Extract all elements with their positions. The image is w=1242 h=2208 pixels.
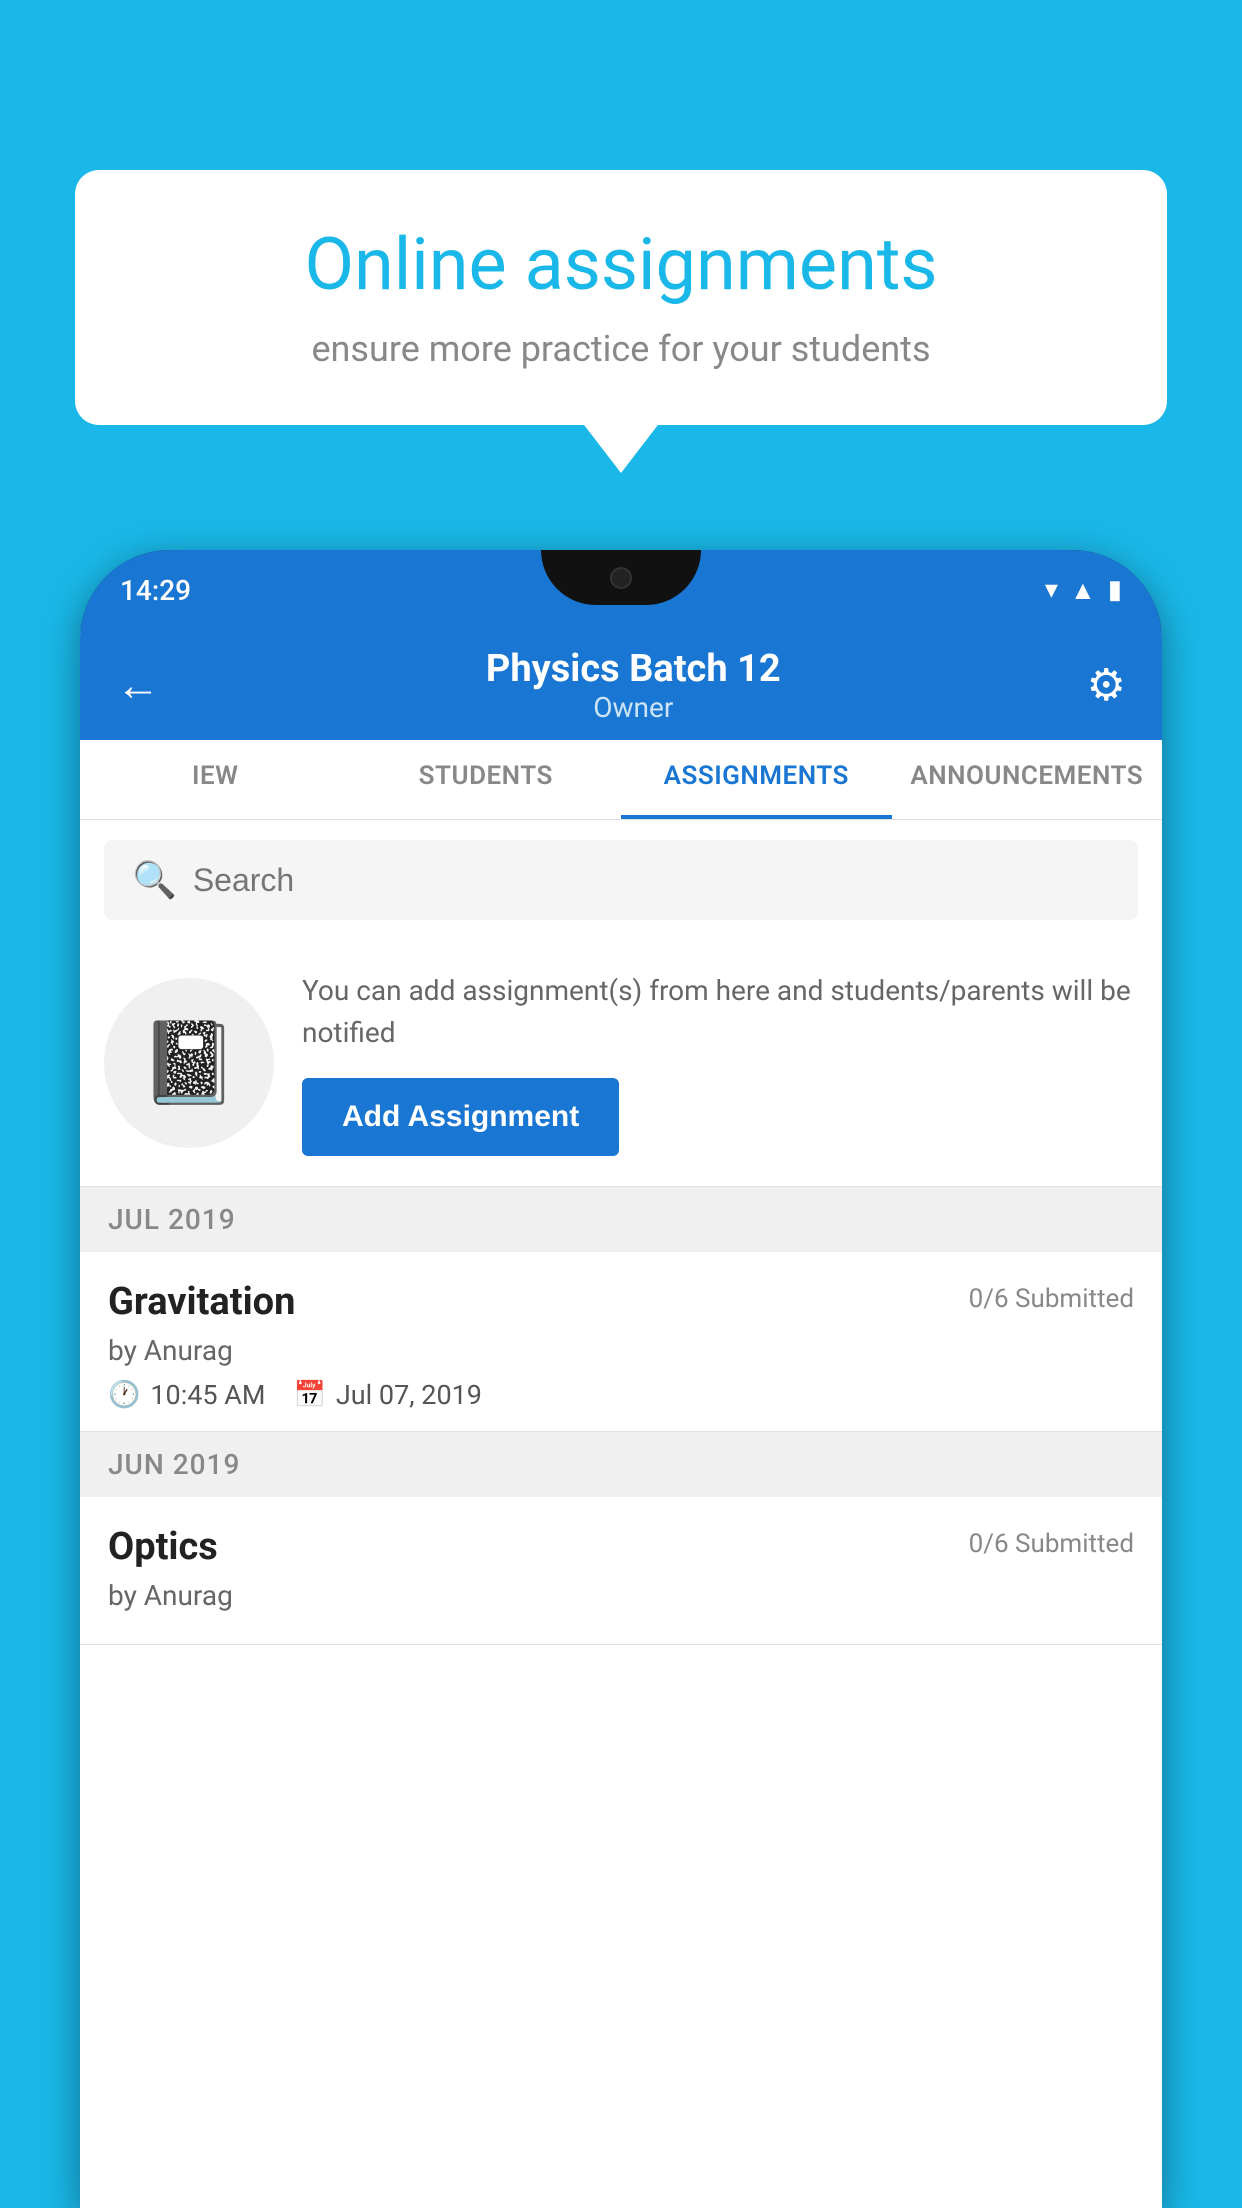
assignment-header: Gravitation 0/6 Submitted	[108, 1280, 1134, 1324]
battery-icon: ▮	[1108, 575, 1122, 605]
month-section-jul: JUL 2019	[80, 1187, 1162, 1252]
promo-text-section: You can add assignment(s) from here and …	[302, 970, 1138, 1156]
assignment-submitted-optics: 0/6 Submitted	[969, 1529, 1134, 1559]
assignment-submitted: 0/6 Submitted	[969, 1284, 1134, 1314]
assignment-header-optics: Optics 0/6 Submitted	[108, 1525, 1134, 1569]
status-time: 14:29	[120, 574, 191, 607]
status-bar: 14:29 ▾ ▲ ▮	[80, 550, 1162, 630]
wifi-icon: ▾	[1045, 575, 1058, 605]
search-bar-container: 🔍	[80, 820, 1162, 940]
assignment-by-optics: by Anurag	[108, 1579, 1134, 1612]
assignment-by: by Anurag	[108, 1334, 1134, 1367]
clock-icon: 🕐	[108, 1380, 140, 1410]
tab-iew[interactable]: IEW	[80, 740, 351, 819]
assignment-time: 🕐 10:45 AM	[108, 1379, 266, 1411]
assignment-name: Gravitation	[108, 1280, 295, 1324]
phone-frame: 14:29 ▾ ▲ ▮ ← Physics Batch 12 Owner ⚙ I…	[80, 550, 1162, 2208]
back-button[interactable]: ←	[116, 659, 160, 711]
table-row[interactable]: Gravitation 0/6 Submitted by Anurag 🕐 10…	[80, 1252, 1162, 1432]
phone-screen: ← Physics Batch 12 Owner ⚙ IEW STUDENTS …	[80, 630, 1162, 2208]
table-row[interactable]: Optics 0/6 Submitted by Anurag	[80, 1497, 1162, 1645]
tab-assignments[interactable]: ASSIGNMENTS	[621, 740, 892, 819]
speech-bubble: Online assignments ensure more practice …	[75, 170, 1167, 425]
search-icon: 🔍	[132, 859, 177, 901]
speech-bubble-title: Online assignments	[135, 225, 1107, 304]
camera	[610, 567, 632, 589]
content-area: 🔍 📓 You can add assignment(s) from here …	[80, 820, 1162, 2208]
month-section-jun: JUN 2019	[80, 1432, 1162, 1497]
settings-icon[interactable]: ⚙	[1087, 659, 1126, 711]
tab-students[interactable]: STUDENTS	[351, 740, 622, 819]
speech-bubble-container: Online assignments ensure more practice …	[75, 170, 1167, 425]
assignment-meta: 🕐 10:45 AM 📅 Jul 07, 2019	[108, 1379, 1134, 1411]
promo-icon-circle: 📓	[104, 978, 274, 1148]
search-bar: 🔍	[104, 840, 1138, 920]
notch	[541, 550, 701, 605]
add-assignment-button[interactable]: Add Assignment	[302, 1078, 619, 1156]
app-bar-title: Physics Batch 12	[180, 647, 1087, 691]
app-bar-subtitle: Owner	[180, 691, 1087, 724]
promo-description: You can add assignment(s) from here and …	[302, 970, 1138, 1054]
search-input[interactable]	[193, 862, 1110, 899]
add-assignment-promo: 📓 You can add assignment(s) from here an…	[80, 940, 1162, 1187]
assignment-date: 📅 Jul 07, 2019	[294, 1379, 482, 1411]
assignment-name-optics: Optics	[108, 1525, 218, 1569]
signal-icon: ▲	[1070, 575, 1096, 606]
tab-announcements[interactable]: ANNOUNCEMENTS	[892, 740, 1163, 819]
app-bar: ← Physics Batch 12 Owner ⚙	[80, 630, 1162, 740]
status-icons: ▾ ▲ ▮	[1045, 575, 1122, 606]
tabs-bar: IEW STUDENTS ASSIGNMENTS ANNOUNCEMENTS	[80, 740, 1162, 820]
calendar-icon: 📅	[294, 1380, 326, 1410]
app-bar-title-section: Physics Batch 12 Owner	[180, 647, 1087, 724]
speech-bubble-subtitle: ensure more practice for your students	[135, 328, 1107, 370]
notebook-icon: 📓	[139, 1016, 239, 1110]
